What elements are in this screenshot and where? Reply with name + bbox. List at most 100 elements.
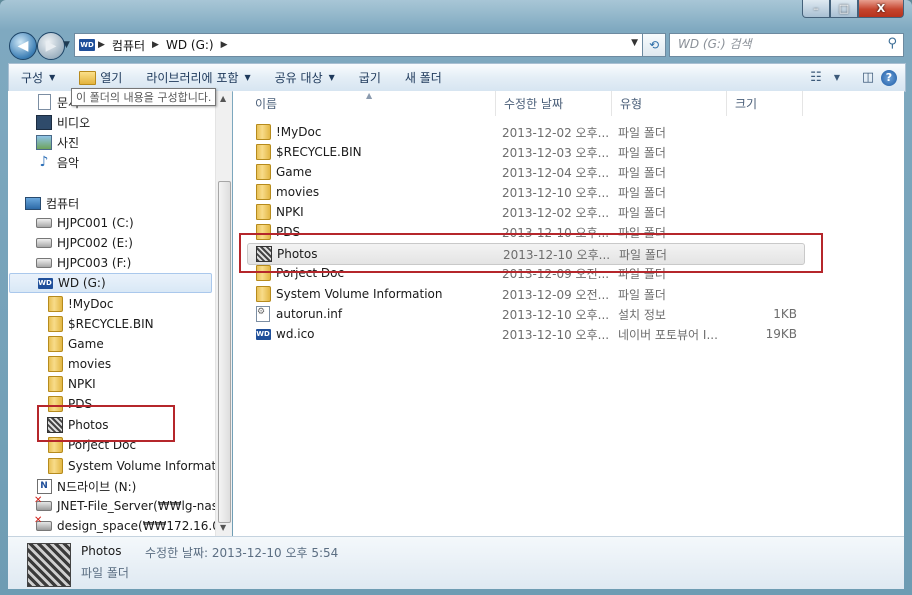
search-box[interactable]: ⚲ bbox=[669, 33, 904, 57]
highlight-box-nav-photos bbox=[37, 405, 175, 442]
view-dropdown[interactable]: ▼ bbox=[829, 67, 845, 89]
breadcrumb-wd-drive[interactable]: WD (G:) bbox=[162, 38, 218, 52]
forward-arrow-icon: ▶ bbox=[45, 38, 57, 54]
file-date: 2013-12-10 오후... bbox=[502, 327, 610, 342]
file-name: $RECYCLE.BIN bbox=[276, 145, 362, 159]
nav-item-label: 컴퓨터 bbox=[46, 196, 80, 211]
nav-item-npki[interactable]: NPKI bbox=[47, 374, 96, 394]
column-header-date[interactable]: 수정한 날짜 bbox=[496, 91, 612, 116]
recent-pages-dropdown[interactable]: ▼ bbox=[63, 40, 70, 50]
search-icon[interactable]: ⚲ bbox=[887, 36, 897, 51]
new-folder-button[interactable]: 새 폴더 bbox=[393, 65, 454, 90]
refresh-button[interactable]: ⟲ bbox=[642, 33, 666, 57]
organize-menu[interactable]: 구성 ▼ bbox=[9, 65, 67, 90]
file-date: 2013-12-10 오후... bbox=[502, 307, 610, 322]
folder-icon bbox=[47, 316, 63, 332]
file-type: 파일 폴더 bbox=[618, 165, 666, 180]
file-row[interactable]: autorun.inf 2013-12-10 오후... 설치 정보 1KB bbox=[247, 304, 803, 324]
view-options-button[interactable]: ☷ bbox=[803, 67, 829, 89]
file-row[interactable]: !MyDoc 2013-12-02 오후... 파일 폴더 bbox=[247, 122, 803, 142]
video-icon bbox=[36, 114, 52, 130]
back-button[interactable]: ◀ bbox=[9, 32, 37, 60]
nav-item-network-v[interactable]: JNET-File_Server(₩₩lg-nas) (V:) bbox=[34, 495, 232, 516]
details-modified: 수정한 날짜: 2013-12-10 오후 5:54 bbox=[145, 544, 338, 561]
column-header-type[interactable]: 유형 bbox=[612, 91, 727, 116]
folder-icon bbox=[255, 124, 271, 140]
file-row[interactable]: NPKI 2013-12-02 오후... 파일 폴더 bbox=[247, 202, 803, 222]
share-menu[interactable]: 공유 대상 ▼ bbox=[263, 65, 347, 90]
column-header-label: 크기 bbox=[735, 97, 758, 111]
nav-item-computer[interactable]: 컴퓨터 bbox=[25, 193, 79, 213]
address-dropdown-icon[interactable]: ▼ bbox=[631, 38, 638, 48]
organize-tooltip: 이 폴더의 내용을 구성합니다. bbox=[71, 88, 217, 106]
ndrive-icon: N bbox=[36, 478, 52, 494]
minimize-button[interactable]: – bbox=[802, 0, 830, 18]
file-type: 파일 폴더 bbox=[618, 145, 666, 160]
burn-button[interactable]: 굽기 bbox=[347, 65, 393, 90]
nav-item-pictures[interactable]: 사진 bbox=[36, 132, 79, 152]
picture-icon bbox=[36, 134, 52, 150]
nav-item-music[interactable]: ♪ 음악 bbox=[36, 152, 80, 172]
nav-item-wd-drive[interactable]: WD WD (G:) bbox=[9, 273, 212, 293]
maximize-button[interactable]: □ bbox=[830, 0, 858, 18]
include-library-menu[interactable]: 라이브러리에 포함 ▼ bbox=[134, 65, 262, 90]
scroll-up-icon[interactable]: ▲ bbox=[220, 94, 226, 103]
file-size: 1KB bbox=[773, 307, 797, 321]
open-button[interactable]: 열기 bbox=[67, 65, 134, 90]
nav-item-label: System Volume Information bbox=[68, 459, 232, 473]
nav-scroll-thumb[interactable] bbox=[218, 181, 231, 523]
close-button[interactable]: X bbox=[858, 0, 904, 18]
search-input[interactable] bbox=[670, 34, 886, 54]
view-list-icon: ☷ bbox=[810, 70, 822, 85]
nav-item-label: N드라이브 (N:) bbox=[57, 479, 137, 494]
folder-icon bbox=[47, 458, 63, 474]
open-folder-icon bbox=[79, 70, 97, 85]
nav-item-system-volume[interactable]: System Volume Information bbox=[47, 456, 232, 476]
address-bar[interactable]: WD ▶ 컴퓨터 ▶ WD (G:) ▶ ▼ bbox=[74, 33, 643, 57]
nav-item-movies[interactable]: movies bbox=[47, 354, 111, 374]
help-button[interactable]: ? bbox=[881, 69, 897, 86]
breadcrumb-computer[interactable]: 컴퓨터 bbox=[108, 37, 149, 54]
burn-label: 굽기 bbox=[358, 71, 381, 85]
include-library-label: 라이브러리에 포함 bbox=[146, 71, 239, 85]
file-row[interactable]: System Volume Information 2013-12-09 오전..… bbox=[247, 284, 803, 304]
nav-item-label: 비디오 bbox=[57, 115, 91, 130]
nav-item-drive-f[interactable]: HJPC003 (F:) bbox=[36, 253, 131, 273]
drive-icon bbox=[36, 255, 52, 271]
file-row[interactable]: $RECYCLE.BIN 2013-12-03 오후... 파일 폴더 bbox=[247, 142, 803, 162]
chevron-right-icon[interactable]: ▶ bbox=[218, 40, 231, 50]
scroll-down-icon[interactable]: ▼ bbox=[220, 523, 226, 532]
folder-icon bbox=[255, 204, 271, 220]
preview-pane-button[interactable]: ◫ bbox=[855, 67, 881, 89]
chevron-right-icon[interactable]: ▶ bbox=[95, 40, 108, 50]
details-type: 파일 폴더 bbox=[81, 566, 129, 580]
window-controls: – □ X bbox=[802, 0, 904, 20]
nav-item-n-drive[interactable]: N N드라이브 (N:) bbox=[36, 476, 136, 496]
nav-item-videos[interactable]: 비디오 bbox=[36, 112, 90, 132]
wd-file-icon: WD bbox=[255, 328, 271, 340]
chevron-down-icon: ▼ bbox=[833, 73, 841, 82]
column-header-size[interactable]: 크기 bbox=[727, 91, 803, 116]
forward-button[interactable]: ▶ bbox=[37, 32, 65, 60]
nav-item-recycle-bin[interactable]: $RECYCLE.BIN bbox=[47, 314, 154, 334]
nav-item-mydoc[interactable]: !MyDoc bbox=[47, 294, 113, 314]
nav-item-network-w[interactable]: design_space(₩₩172.16.0.7) (W:) bbox=[34, 515, 232, 536]
nav-item-game[interactable]: Game bbox=[47, 334, 104, 354]
file-name: !MyDoc bbox=[276, 125, 322, 139]
nav-item-drive-c[interactable]: HJPC001 (C:) bbox=[36, 213, 134, 233]
navigation-pane: 문서 비디오 사진 ♪ 음악 컴퓨터 HJPC001 (C:) HJPC002 (… bbox=[8, 91, 232, 536]
toolbar-right-group: ☷ ▼ ◫ ? bbox=[803, 65, 905, 90]
nav-scrollbar[interactable]: ▲ ▼ bbox=[215, 91, 232, 536]
file-name: wd.ico bbox=[276, 327, 315, 341]
nav-item-label: 음악 bbox=[57, 155, 80, 170]
file-row[interactable]: WD wd.ico 2013-12-10 오후... 네이버 포토뷰어 I... 19K… bbox=[247, 324, 803, 344]
chevron-right-icon[interactable]: ▶ bbox=[149, 40, 162, 50]
nav-item-label: HJPC003 (F:) bbox=[57, 256, 132, 270]
navigation-bar: ◀ ▶ ▼ WD ▶ 컴퓨터 ▶ WD (G:) ▶ ▼ ⟲ ⚲ bbox=[0, 28, 912, 62]
file-row[interactable]: movies 2013-12-10 오후... 파일 폴더 bbox=[247, 182, 803, 202]
file-name: autorun.inf bbox=[276, 307, 343, 321]
file-row[interactable]: Game 2013-12-04 오후... 파일 폴더 bbox=[247, 162, 803, 182]
nav-item-drive-e[interactable]: HJPC002 (E:) bbox=[36, 233, 133, 253]
file-name: System Volume Information bbox=[276, 287, 443, 301]
preview-pane-icon: ◫ bbox=[861, 70, 875, 85]
